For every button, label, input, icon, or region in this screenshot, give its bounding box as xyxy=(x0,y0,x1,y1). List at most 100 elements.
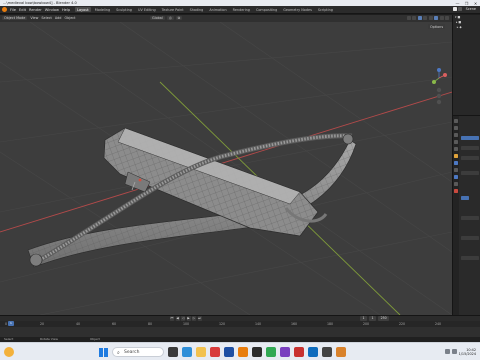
tab-geometry-nodes[interactable]: Geometry Nodes xyxy=(281,7,314,12)
mode-selector[interactable]: Object Mode xyxy=(2,15,28,21)
ruler-tick: 220 xyxy=(398,321,406,326)
snap-icon[interactable]: ⧉ xyxy=(175,15,183,21)
app-icon[interactable] xyxy=(294,346,304,357)
ruler-tick: 40 xyxy=(75,321,81,326)
menu-render[interactable]: Render xyxy=(29,8,42,12)
output-icon[interactable] xyxy=(454,133,458,137)
tool-icon[interactable] xyxy=(454,119,458,123)
properties-field[interactable] xyxy=(461,256,479,260)
blender-app-icon[interactable] xyxy=(238,346,248,357)
ruler-tick: 200 xyxy=(362,321,370,326)
menu-view[interactable]: View xyxy=(30,16,38,20)
tab-compositing[interactable]: Compositing xyxy=(254,7,279,12)
material-shading-icon[interactable] xyxy=(439,15,444,20)
ruler-tick: 180 xyxy=(326,321,334,326)
transform-orientation[interactable]: Global xyxy=(150,15,165,21)
menu-file[interactable]: File xyxy=(10,8,16,12)
render-icon[interactable] xyxy=(454,126,458,130)
visibility-icon[interactable] xyxy=(406,15,411,20)
view-layer-icon[interactable] xyxy=(454,140,458,144)
clock[interactable]: 10:42 1/15/2024 xyxy=(459,348,476,356)
status-object: Object xyxy=(90,337,100,342)
tab-shading[interactable]: Shading xyxy=(188,7,206,12)
properties-field[interactable] xyxy=(461,196,469,200)
blender-topbar: File Edit Render Window Help Layout Mode… xyxy=(0,6,480,14)
scene-props-icon[interactable] xyxy=(454,147,458,151)
properties-field[interactable] xyxy=(461,156,479,160)
app-icon[interactable] xyxy=(266,346,276,357)
start-button-icon[interactable] xyxy=(99,347,108,357)
particles-icon[interactable] xyxy=(454,168,458,172)
viewport-scene xyxy=(0,21,452,315)
task-view-icon[interactable] xyxy=(168,346,178,357)
properties-field[interactable] xyxy=(461,136,479,140)
search-icon: ⌕ xyxy=(117,349,120,356)
weather-icon[interactable] xyxy=(4,346,14,357)
constraints-icon[interactable] xyxy=(454,182,458,186)
overlay-icon[interactable] xyxy=(417,15,422,20)
pivot-icon[interactable]: ◎ xyxy=(166,15,174,21)
timeline-area[interactable] xyxy=(0,326,480,337)
app-icon[interactable] xyxy=(280,346,290,357)
playhead[interactable]: 1 xyxy=(8,320,14,326)
properties-field[interactable] xyxy=(461,171,479,175)
search-placeholder: Search xyxy=(124,350,140,355)
axis-gizmo-icon xyxy=(432,67,447,104)
navigation-gizmo[interactable] xyxy=(428,66,450,106)
app-icon[interactable] xyxy=(224,346,234,357)
material-icon[interactable] xyxy=(454,189,458,193)
topbar-right: Scene xyxy=(452,7,476,11)
taskbar-search[interactable]: ⌕ Search xyxy=(112,346,164,357)
ruler-tick: 140 xyxy=(254,321,262,326)
properties-panel[interactable] xyxy=(452,115,480,316)
tab-texture-paint[interactable]: Texture Paint xyxy=(160,7,186,12)
file-explorer-icon[interactable] xyxy=(196,346,206,357)
modifier-icon[interactable] xyxy=(454,161,458,165)
tab-scripting[interactable]: Scripting xyxy=(316,7,335,12)
menu-help[interactable]: Help xyxy=(62,8,70,12)
3d-viewport[interactable] xyxy=(0,21,452,315)
menu-select[interactable]: Select xyxy=(41,16,51,20)
scene-icon[interactable] xyxy=(452,7,457,11)
app-icon[interactable] xyxy=(252,346,262,357)
xray-icon[interactable] xyxy=(423,15,427,20)
menu-object[interactable]: Object xyxy=(64,16,75,20)
system-tray: 10:42 1/15/2024 xyxy=(444,348,476,356)
tab-modeling[interactable]: Modeling xyxy=(93,7,112,12)
volume-icon[interactable] xyxy=(451,349,457,354)
app-icon[interactable] xyxy=(210,346,220,357)
app-icon[interactable] xyxy=(336,346,346,357)
tab-animation[interactable]: Animation xyxy=(207,7,228,12)
viewlayer-icon[interactable] xyxy=(458,7,463,11)
wifi-icon[interactable] xyxy=(444,349,450,354)
properties-field[interactable] xyxy=(461,146,479,150)
tab-sculpting[interactable]: Sculpting xyxy=(114,7,134,12)
menu-window[interactable]: Window xyxy=(45,8,59,12)
tab-layout[interactable]: Layout xyxy=(75,7,91,12)
scene-name[interactable]: Scene xyxy=(466,7,476,11)
app-icon[interactable] xyxy=(308,346,318,357)
menu-edit[interactable]: Edit xyxy=(19,8,26,12)
properties-field[interactable] xyxy=(461,216,479,220)
workspace-tabs: Layout Modeling Sculpting UV Editing Tex… xyxy=(75,7,335,12)
window-title: ...\medieval bow\bowbow4] - Blender 4.0 xyxy=(3,0,77,5)
outliner-row[interactable]: ▸ ◆ xyxy=(453,25,480,30)
ruler-tick: 20 xyxy=(39,321,45,326)
gizmo-toggle-icon[interactable] xyxy=(412,15,416,20)
object-props-icon[interactable] xyxy=(454,154,458,158)
edge-browser-icon[interactable] xyxy=(182,346,192,357)
status-select: Select xyxy=(4,337,14,342)
viewport-options[interactable]: Options xyxy=(428,24,446,29)
properties-field[interactable] xyxy=(461,236,479,240)
outliner-panel[interactable]: ▾ ■ ▸ ■ ▸ ◆ xyxy=(452,14,480,115)
solid-shading-icon[interactable] xyxy=(434,15,438,20)
app-icon[interactable] xyxy=(322,346,332,357)
blender-logo-icon[interactable] xyxy=(2,7,7,12)
tab-uv-editing[interactable]: UV Editing xyxy=(136,7,158,12)
wireframe-shading-icon[interactable] xyxy=(428,15,433,20)
rendered-shading-icon[interactable] xyxy=(445,15,449,20)
menu-add[interactable]: Add xyxy=(55,16,62,20)
taskbar-apps xyxy=(168,346,346,357)
tab-rendering[interactable]: Rendering xyxy=(231,7,252,12)
physics-icon[interactable] xyxy=(454,175,458,179)
